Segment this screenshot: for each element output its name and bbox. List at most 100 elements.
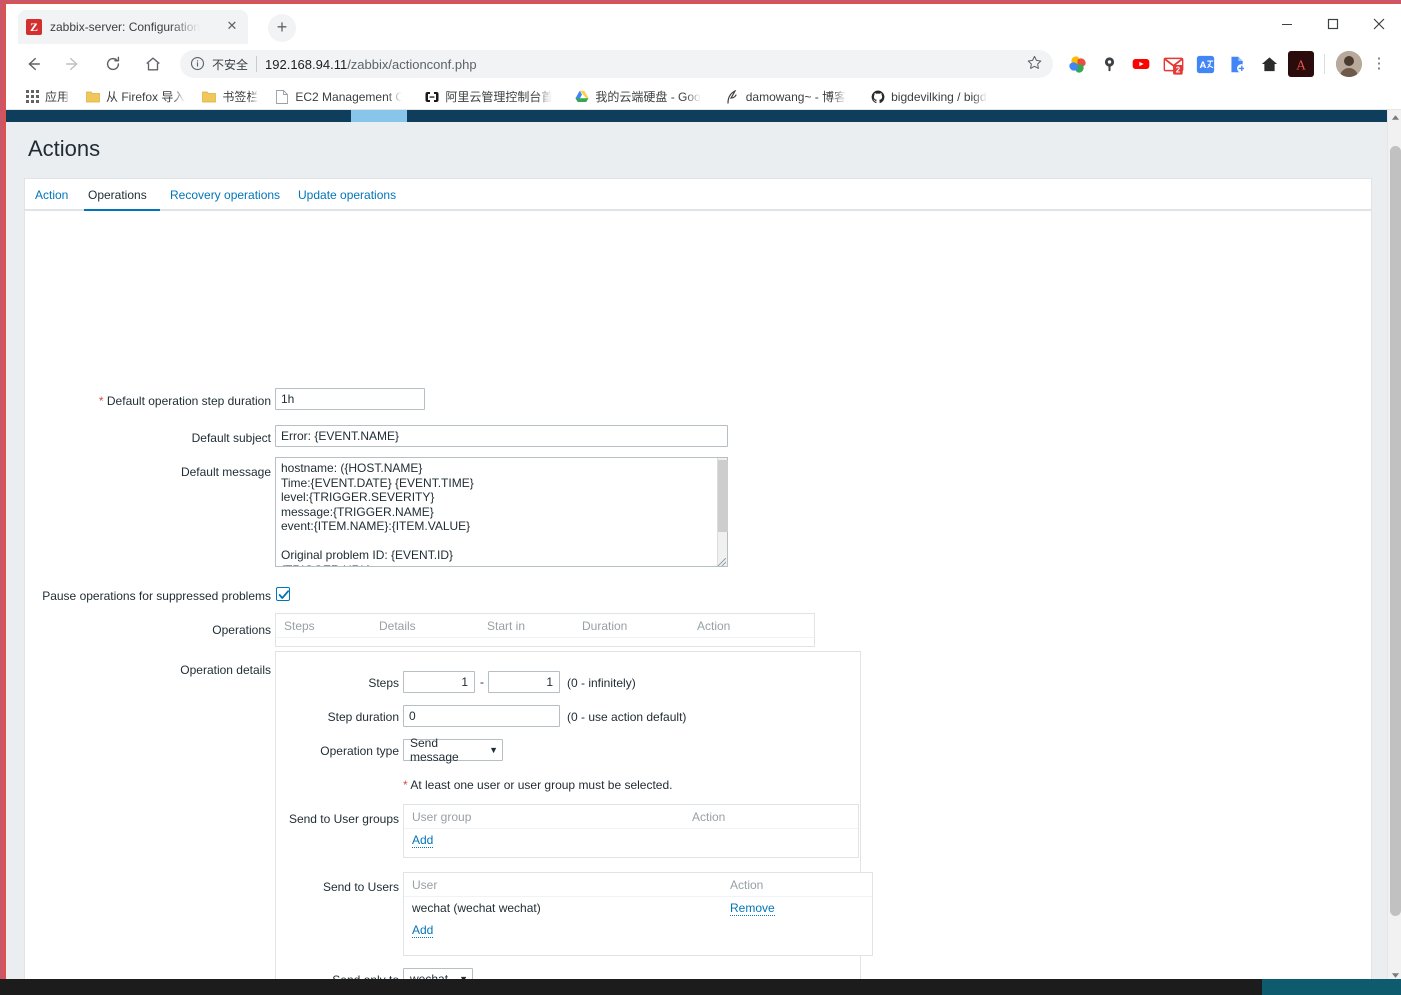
required-asterisk: *: [98, 394, 104, 408]
translate-icon[interactable]: A: [1192, 51, 1218, 77]
user-groups-add-row: Add: [404, 829, 858, 851]
label-send-to-user-groups: Send to User groups: [288, 812, 399, 826]
user-action-cell: Remove: [722, 901, 775, 916]
add-user-link[interactable]: Add: [412, 923, 434, 938]
zabbix-favicon: Z: [26, 19, 42, 35]
user-groups-table: User group Action Add: [403, 804, 859, 858]
gmail-icon[interactable]: 2: [1160, 51, 1186, 77]
remove-user-link[interactable]: Remove: [730, 901, 775, 916]
bookmark-label: damowang~ - 博客: [745, 90, 847, 104]
steps-to-input[interactable]: [488, 671, 560, 693]
textarea-scroll-thumb[interactable]: [718, 460, 728, 532]
maximize-icon[interactable]: [1310, 4, 1356, 44]
tab-strip: Z zabbix-server: Configuration o ✕ +: [6, 4, 1401, 44]
label-default-message: Default message: [180, 465, 271, 479]
url-path: /zabbix/actionconf.php: [347, 56, 477, 72]
bookmark-damowang[interactable]: damowang~ - 博客: [725, 88, 846, 105]
toolbar-divider: [1324, 54, 1325, 74]
bookmark-firefox-import[interactable]: 从 Firefox 导入: [85, 88, 185, 105]
back-arrow-icon[interactable]: [16, 47, 50, 81]
default-message-textarea[interactable]: hostname: ({HOST.NAME} Time:{EVENT.DATE}…: [275, 457, 728, 567]
pause-suppressed-checkbox[interactable]: [276, 587, 290, 601]
actions-form-card: Action Operations Recovery operations Up…: [24, 178, 1372, 983]
home-extension-icon[interactable]: [1256, 51, 1282, 77]
security-label: 不安全: [212, 57, 249, 72]
label-step-duration: Step duration: [327, 710, 399, 724]
bookmark-aliyun[interactable]: 阿里云管理控制台首: [424, 88, 552, 105]
tab-close-icon[interactable]: ✕: [224, 19, 240, 35]
users-add-row: Add: [404, 919, 872, 941]
operation-type-value: Send message: [410, 736, 459, 764]
label-steps: Steps: [368, 676, 399, 690]
address-bar[interactable]: 不安全 192.168.94.11/zabbix/actionconf.php: [180, 50, 1053, 78]
bookmark-google-drive[interactable]: 我的云端硬盘 - Goo: [574, 88, 701, 105]
label-operations: Operations: [212, 623, 271, 637]
user-name-cell: wechat (wechat wechat): [412, 901, 541, 915]
user-required-note: * At least one user or user group must b…: [403, 778, 673, 792]
default-step-duration-input[interactable]: [275, 388, 425, 410]
bookmark-bookmarks-bar[interactable]: 书签栏: [201, 88, 258, 105]
textarea-scrollbar[interactable]: [717, 458, 728, 566]
youtube-icon[interactable]: [1128, 51, 1154, 77]
browser-tab[interactable]: Z zabbix-server: Configuration o ✕: [18, 10, 248, 44]
new-tab-button[interactable]: +: [268, 14, 296, 42]
url-host: 192.168.94.11: [265, 56, 348, 72]
page-scrollbar[interactable]: [1387, 110, 1401, 983]
bookmark-label: EC2 Management C: [295, 89, 403, 104]
operations-table: Steps Details Start in Duration Action: [275, 613, 815, 647]
default-subject-input[interactable]: [275, 425, 728, 447]
info-circle-icon[interactable]: [190, 56, 206, 72]
tab-update-operations[interactable]: Update operations: [298, 183, 396, 207]
adobe-acrobat-icon[interactable]: A: [1288, 51, 1314, 77]
reload-icon[interactable]: [96, 47, 130, 81]
col-user-group: User group: [412, 809, 472, 824]
google-photos-icon[interactable]: [1064, 51, 1090, 77]
bookmark-label: 我的云端硬盘 - Goo: [595, 90, 701, 104]
col-action: Action: [730, 877, 764, 892]
col-steps: Steps: [284, 618, 315, 633]
bookmark-label: 阿里云管理控制台首: [445, 90, 553, 104]
tab-recovery-operations[interactable]: Recovery operations: [170, 183, 280, 207]
blog-icon: [725, 89, 741, 105]
users-table-header: User Action: [404, 873, 872, 897]
operation-type-select[interactable]: Send message ▼: [403, 736, 503, 764]
steps-hint: (0 - infinitely): [567, 676, 636, 690]
svg-text:A: A: [1199, 59, 1206, 70]
forward-arrow-icon[interactable]: [56, 47, 90, 81]
scroll-up-arrow-icon[interactable]: [1388, 110, 1401, 125]
label-default-step-duration: * Default operation step duration: [93, 394, 271, 408]
bookmark-apps[interactable]: 应用: [24, 88, 69, 105]
chrome-root: Z zabbix-server: Configuration o ✕ + 不安全…: [6, 4, 1401, 995]
tab-operations[interactable]: Operations: [88, 183, 147, 207]
steps-separator: -: [480, 675, 484, 689]
bookmark-label: 应用: [45, 90, 70, 104]
textarea-resize-grip[interactable]: [718, 558, 726, 566]
google-docs-icon[interactable]: [1224, 51, 1250, 77]
tab-action[interactable]: Action: [35, 183, 68, 207]
three-dot-menu-icon[interactable]: ⋮: [1366, 54, 1392, 74]
home-icon[interactable]: [136, 47, 170, 81]
close-icon[interactable]: [1356, 4, 1401, 44]
steps-from-input[interactable]: [403, 671, 475, 693]
bookmark-ec2[interactable]: EC2 Management C: [274, 89, 402, 105]
label-pause-suppressed: Pause operations for suppressed problems: [42, 589, 271, 603]
user-groups-table-header: User group Action: [404, 805, 858, 829]
minimize-icon[interactable]: [1264, 4, 1310, 44]
github-icon: [870, 89, 886, 105]
podcast-icon[interactable]: [1096, 51, 1122, 77]
bookmark-github[interactable]: bigdevilking / bigd: [870, 89, 987, 105]
desktop-taskbar: [0, 979, 1401, 995]
step-duration-input[interactable]: [403, 705, 560, 727]
bookmark-star-icon[interactable]: [1026, 54, 1043, 74]
profile-avatar[interactable]: [1336, 51, 1362, 77]
page-scroll-thumb[interactable]: [1390, 146, 1401, 916]
svg-text:A: A: [1296, 57, 1306, 72]
users-table: User Action wechat (wechat wechat) Remov…: [403, 872, 873, 956]
label-default-subject: Default subject: [191, 431, 271, 445]
page-viewport: Actions Action Operations Recovery opera…: [6, 110, 1401, 983]
bookmark-label: 从 Firefox 导入: [106, 90, 186, 104]
add-user-group-link[interactable]: Add: [412, 833, 434, 848]
omnibox-divider: [256, 56, 258, 72]
label-operation-details: Operation details: [180, 663, 271, 677]
zabbix-nav-active-item[interactable]: [351, 110, 407, 122]
